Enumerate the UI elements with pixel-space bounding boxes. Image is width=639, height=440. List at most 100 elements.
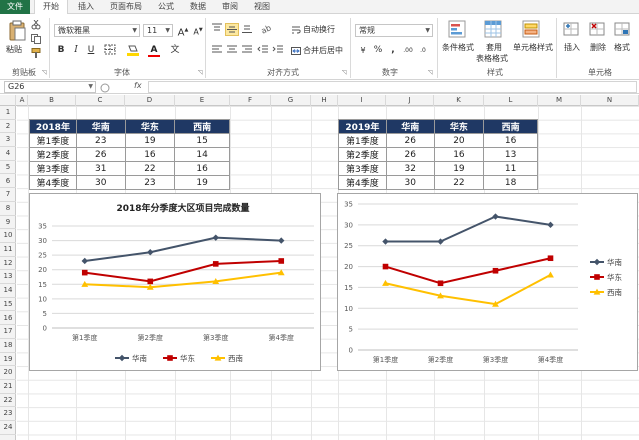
alignment-launcher-icon[interactable]: ◹ (342, 69, 347, 76)
table-cell[interactable]: 14 (174, 147, 230, 162)
cancel-icon[interactable] (100, 83, 110, 93)
column-header[interactable]: I (338, 95, 386, 106)
table-cell[interactable]: 16 (433, 147, 485, 162)
select-all-corner[interactable] (0, 95, 16, 106)
font-size-select[interactable]: 11 ▼ (143, 24, 173, 37)
format-painter-icon[interactable] (31, 48, 41, 58)
shrink-font-icon[interactable]: A▼ (191, 24, 205, 37)
row-header[interactable]: 12 (0, 257, 16, 271)
table-cell[interactable]: 23 (124, 175, 176, 190)
table-cell[interactable]: 19 (174, 175, 230, 190)
row-header[interactable]: 4 (0, 147, 16, 161)
line-chart-2019[interactable]: 0 5 10 15 20 25 30 35 第1季度 第2季度 第3季度 第4季度 华南 华东 西南 (337, 193, 638, 371)
increase-indent-icon[interactable] (271, 44, 285, 57)
table-cell[interactable]: 第4季度 (338, 175, 387, 190)
decrease-decimal-icon[interactable]: .0 (416, 44, 430, 57)
table-cell[interactable]: 第2季度 (29, 147, 77, 162)
row-header[interactable]: 3 (0, 133, 16, 148)
formula-input[interactable] (148, 81, 637, 93)
table-cell[interactable]: 15 (174, 133, 230, 148)
wrap-text-icon[interactable] (291, 25, 301, 35)
table-cell[interactable]: 11 (483, 161, 538, 176)
row-header[interactable]: 6 (0, 175, 16, 189)
format-cells-button[interactable]: 格式 (614, 43, 630, 53)
font-launcher-icon[interactable]: ◹ (198, 69, 203, 76)
row-header[interactable]: 23 (0, 407, 16, 422)
format-cells-icon[interactable] (614, 20, 630, 36)
table-header[interactable]: 西南 (174, 119, 230, 134)
column-header[interactable]: A (17, 95, 28, 106)
table-cell[interactable]: 30 (75, 175, 126, 190)
merge-center-icon[interactable] (291, 46, 301, 56)
paste-icon[interactable] (8, 20, 26, 42)
table-cell[interactable]: 22 (433, 175, 485, 190)
conditional-format-button[interactable]: 条件格式 (442, 43, 474, 53)
column-header[interactable]: D (125, 95, 175, 106)
table-cell[interactable]: 第3季度 (338, 161, 387, 176)
conditional-format-icon[interactable] (448, 20, 466, 38)
cut-icon[interactable] (31, 19, 41, 30)
column-header[interactable]: N (581, 95, 639, 106)
align-bottom-icon[interactable] (240, 23, 254, 36)
tab-view[interactable]: 视图 (248, 0, 276, 14)
phonetic-icon[interactable]: 文 (167, 44, 183, 57)
row-header[interactable]: 9 (0, 216, 16, 230)
copy-icon[interactable] (31, 34, 41, 44)
row-header[interactable]: 18 (0, 339, 16, 353)
name-box[interactable]: G26 ▼ (4, 81, 96, 93)
font-color-icon[interactable]: A (146, 44, 162, 57)
tab-data[interactable]: 数据 (184, 0, 212, 14)
tab-insert[interactable]: 插入 (72, 0, 100, 14)
align-center-icon[interactable] (225, 44, 239, 57)
table-header[interactable]: 华南 (75, 119, 126, 134)
row-header[interactable]: 20 (0, 366, 16, 380)
insert-cells-button[interactable]: 插入 (564, 43, 580, 53)
paste-button[interactable]: 粘贴 (6, 45, 22, 55)
clipboard-launcher-icon[interactable]: ◹ (42, 69, 47, 76)
row-header[interactable]: 15 (0, 298, 16, 312)
comma-format-icon[interactable]: , (386, 44, 400, 57)
column-header[interactable]: K (434, 95, 484, 106)
percent-format-icon[interactable]: % (371, 44, 385, 57)
table-cell[interactable]: 16 (174, 161, 230, 176)
grow-font-icon[interactable]: A▲ (176, 24, 190, 38)
table-header[interactable]: 华南 (385, 119, 435, 134)
merge-center-button[interactable]: 合并后居中 (303, 46, 343, 56)
column-header[interactable]: H (311, 95, 338, 106)
table-header[interactable]: 2018年 (29, 119, 77, 134)
row-header[interactable]: 13 (0, 270, 16, 285)
table-cell[interactable]: 26 (385, 147, 435, 162)
column-header[interactable]: B (28, 95, 76, 106)
row-header[interactable]: 21 (0, 380, 16, 394)
number-launcher-icon[interactable]: ◹ (428, 69, 433, 76)
table-cell[interactable]: 第1季度 (338, 133, 387, 148)
tab-file[interactable]: 文件 (0, 0, 30, 14)
increase-decimal-icon[interactable]: .00 (401, 44, 415, 57)
row-header[interactable]: 22 (0, 394, 16, 408)
table-cell[interactable]: 30 (385, 175, 435, 190)
row-header[interactable]: 7 (0, 188, 16, 202)
delete-cells-icon[interactable] (589, 20, 605, 36)
table-cell[interactable]: 第1季度 (29, 133, 77, 148)
column-header[interactable]: J (386, 95, 434, 106)
table-cell[interactable]: 23 (75, 133, 126, 148)
column-header[interactable]: E (175, 95, 230, 106)
table-cell[interactable]: 22 (124, 161, 176, 176)
cell-styles-icon[interactable] (522, 20, 540, 38)
row-header[interactable]: 17 (0, 325, 16, 339)
row-header[interactable]: 14 (0, 284, 16, 298)
tab-page-layout[interactable]: 页面布局 (104, 0, 148, 14)
underline-icon[interactable]: U (84, 44, 98, 57)
table-cell[interactable]: 19 (433, 161, 485, 176)
table-header[interactable]: 2019年 (338, 119, 387, 134)
table-cell[interactable]: 第2季度 (338, 147, 387, 162)
align-middle-icon[interactable] (225, 23, 239, 36)
tab-formulas[interactable]: 公式 (152, 0, 180, 14)
decrease-indent-icon[interactable] (256, 44, 270, 57)
column-header[interactable]: L (484, 95, 538, 106)
align-right-icon[interactable] (240, 44, 254, 57)
column-header[interactable]: F (230, 95, 271, 106)
table-cell[interactable]: 31 (75, 161, 126, 176)
table-cell[interactable]: 18 (483, 175, 538, 190)
table-cell[interactable]: 19 (124, 133, 176, 148)
